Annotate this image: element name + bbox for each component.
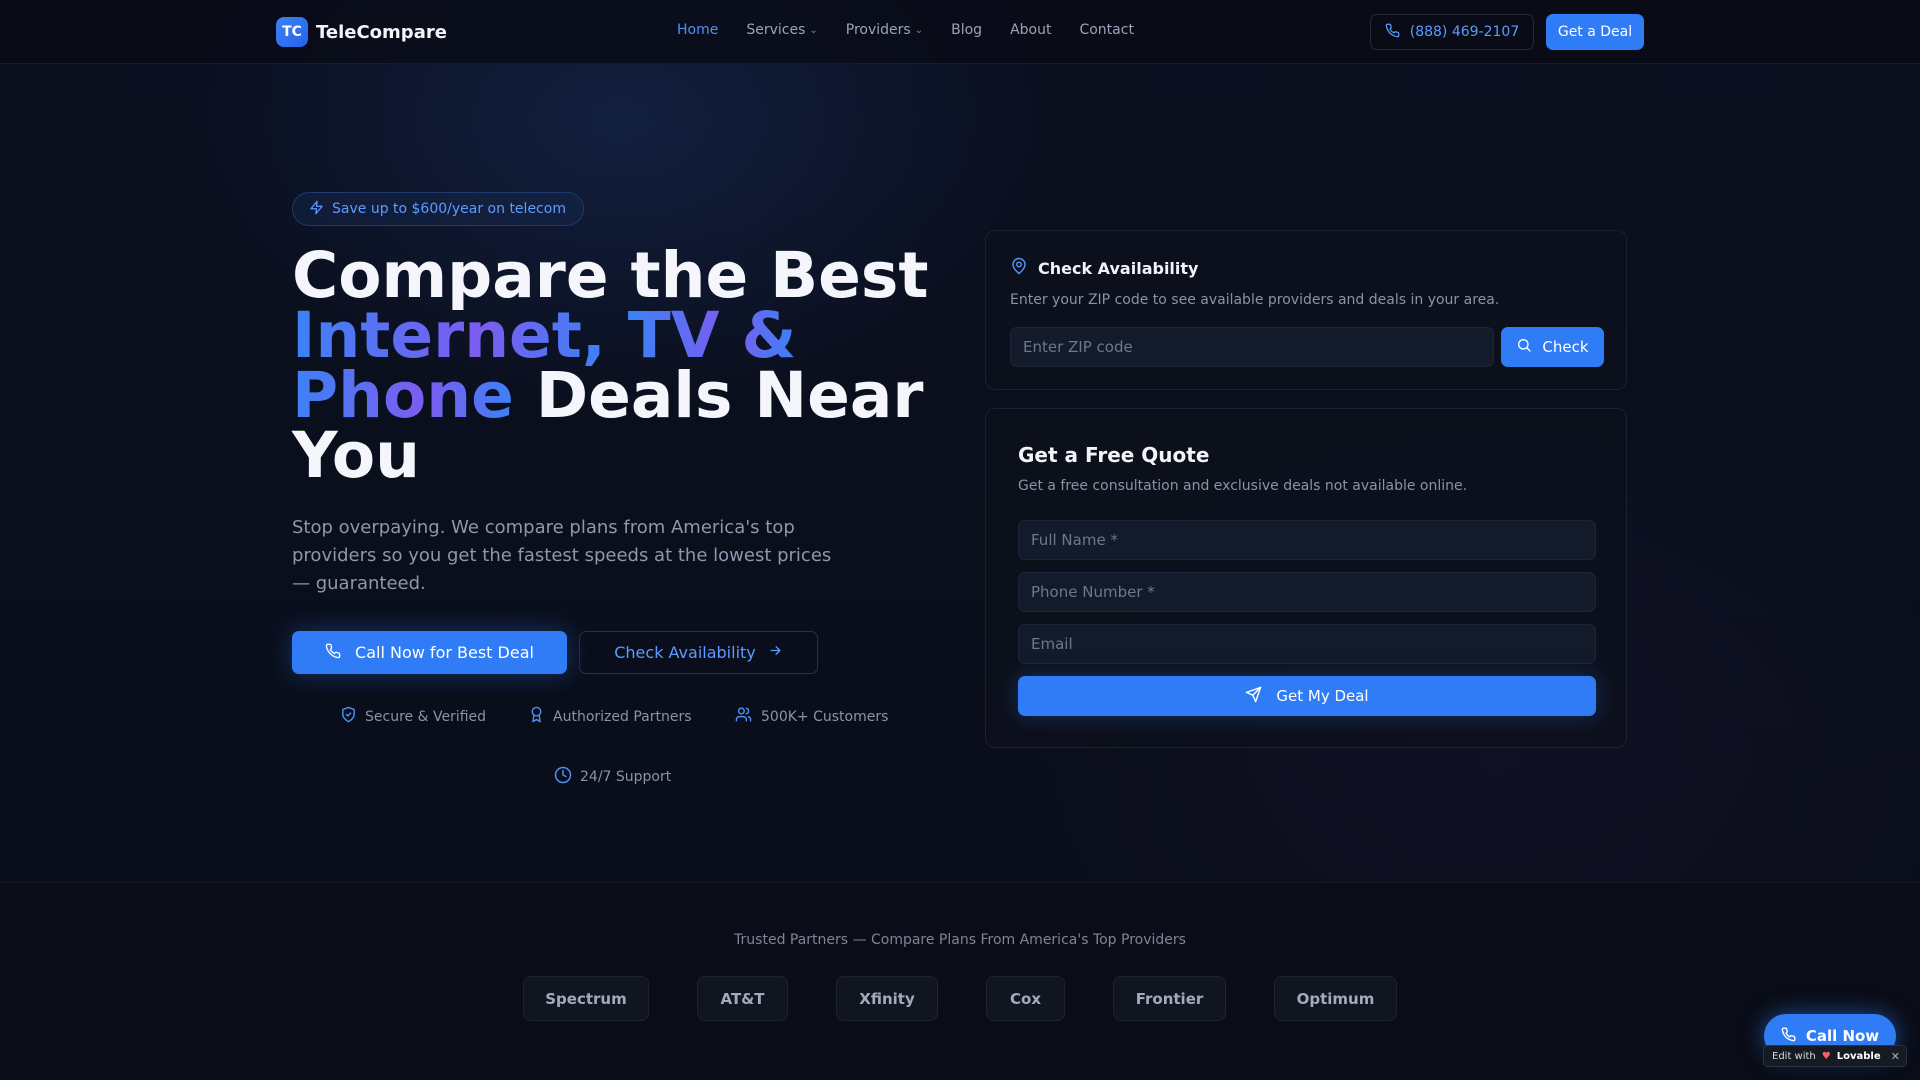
phone-icon <box>1385 23 1400 42</box>
edit-with-lovable-badge[interactable]: Edit with ♥ Lovable ✕ <box>1763 1045 1907 1067</box>
trust-badge-support: 24/7 Support <box>554 766 671 788</box>
users-icon <box>734 706 753 727</box>
hero-subtext: Stop overpaying. We compare plans from A… <box>292 517 832 594</box>
phone-number-field[interactable]: Phone Number * <box>1018 572 1596 612</box>
check-availability-label: Check Availability <box>614 643 756 662</box>
partner-spectrum: Spectrum <box>523 976 649 1021</box>
nav-links: Home Services ⌄ Providers ⌄ Blog About C… <box>677 22 1134 38</box>
full-name-placeholder: Full Name * <box>1031 531 1118 549</box>
headline-line: Phone Deals Near <box>292 364 932 427</box>
headline-line: Compare the Best <box>292 239 929 312</box>
headline-text: Deals Near <box>535 359 924 432</box>
partner-optimum: Optimum <box>1274 976 1397 1021</box>
lovable-brand: Lovable <box>1836 1050 1881 1062</box>
nav-link-label: Providers <box>845 22 911 38</box>
lightning-icon <box>309 200 324 219</box>
card-description: Enter your ZIP code to see available pro… <box>1010 292 1500 308</box>
logo[interactable]: TC TeleCompare <box>276 17 447 47</box>
floating-call-label: Call Now <box>1805 1027 1880 1045</box>
phone-number-placeholder: Phone Number * <box>1031 583 1155 601</box>
partner-cox: Cox <box>986 976 1065 1021</box>
nav-link-label: Blog <box>951 22 983 38</box>
headline-line: You <box>292 419 420 492</box>
check-availability-card: Check Availability Enter your ZIP code t… <box>985 230 1627 390</box>
email-placeholder: Email <box>1031 635 1073 653</box>
nav-link-contact[interactable]: Contact <box>1079 22 1133 38</box>
chevron-down-icon: ⌄ <box>914 24 924 36</box>
get-my-deal-label: Get My Deal <box>1276 687 1369 705</box>
savings-badge-text: Save up to $600/year on telecom <box>332 201 566 217</box>
trust-badge-customers: 500K+ Customers <box>734 706 888 727</box>
search-icon <box>1516 337 1532 357</box>
hero-headline: Compare the Best Internet, TV & Phone De… <box>292 239 932 492</box>
check-zip-button[interactable]: Check <box>1501 327 1604 367</box>
trust-badge-label: Authorized Partners <box>553 708 692 725</box>
nav-link-blog[interactable]: Blog <box>951 22 982 38</box>
phone-icon <box>325 643 341 663</box>
close-icon[interactable]: ✕ <box>1891 1050 1900 1063</box>
phone-icon <box>1781 1027 1796 1046</box>
nav-link-label: Home <box>677 22 719 38</box>
trust-badge-secure: Secure & Verified <box>340 706 486 727</box>
arrow-right-icon <box>768 643 783 662</box>
trust-badge-label: 24/7 Support <box>580 769 672 785</box>
get-my-deal-button[interactable]: Get My Deal <box>1018 676 1596 716</box>
savings-badge: Save up to $600/year on telecom <box>292 192 584 226</box>
email-field[interactable]: Email <box>1018 624 1596 664</box>
partners-heading: Trusted Partners — Compare Plans From Am… <box>734 932 1186 948</box>
edit-with-label: Edit with <box>1772 1050 1816 1062</box>
map-pin-icon <box>1010 257 1028 279</box>
nav-link-label: Services <box>746 22 806 38</box>
logo-badge: TC <box>276 17 308 47</box>
get-a-deal-button[interactable]: Get a Deal <box>1546 14 1644 50</box>
phone-number-button[interactable]: (888) 469-2107 <box>1370 14 1534 50</box>
free-quote-card: Get a Free Quote Get a free consultation… <box>985 408 1627 748</box>
quote-title: Get a Free Quote <box>1018 443 1210 467</box>
logo-text: TeleCompare <box>316 21 447 43</box>
nav-link-label: About <box>1010 22 1052 38</box>
card-title-text: Check Availability <box>1038 258 1199 278</box>
zip-placeholder: Enter ZIP code <box>1023 338 1133 356</box>
clock-icon <box>554 766 572 788</box>
zip-code-input[interactable]: Enter ZIP code <box>1010 327 1494 367</box>
partner-xfinity: Xfinity <box>836 976 938 1021</box>
partners-section <box>0 882 1920 1080</box>
trust-badge-label: 500K+ Customers <box>761 708 889 725</box>
card-title: Check Availability <box>1010 257 1198 279</box>
call-now-label: Call Now for Best Deal <box>355 643 534 662</box>
nav-link-about[interactable]: About <box>1010 22 1051 38</box>
trust-badge-authorized: Authorized Partners <box>528 706 692 727</box>
phone-number: (888) 469-2107 <box>1409 24 1520 40</box>
quote-description: Get a free consultation and exclusive de… <box>1018 478 1468 494</box>
call-now-button[interactable]: Call Now for Best Deal <box>292 631 567 674</box>
nav-link-label: Contact <box>1079 22 1134 38</box>
nav-link-providers[interactable]: Providers ⌄ <box>846 22 923 38</box>
full-name-field[interactable]: Full Name * <box>1018 520 1596 560</box>
lovable-heart-icon: ♥ <box>1821 1050 1831 1062</box>
check-availability-button[interactable]: Check Availability <box>579 631 818 674</box>
headline-line: Internet, TV & <box>292 304 932 367</box>
shield-check-icon <box>340 706 357 727</box>
nav-link-home[interactable]: Home <box>677 22 718 38</box>
send-icon <box>1245 686 1262 707</box>
award-icon <box>528 706 545 727</box>
trust-badge-label: Secure & Verified <box>365 708 487 725</box>
check-zip-label: Check <box>1542 338 1589 356</box>
chevron-down-icon: ⌄ <box>809 24 818 36</box>
nav-link-services[interactable]: Services ⌄ <box>746 22 817 38</box>
top-navbar: TC TeleCompare Home Services ⌄ Providers… <box>0 0 1920 64</box>
hero-background <box>0 0 1920 882</box>
partner-att: AT&T <box>697 976 788 1021</box>
partner-frontier: Frontier <box>1113 976 1226 1021</box>
